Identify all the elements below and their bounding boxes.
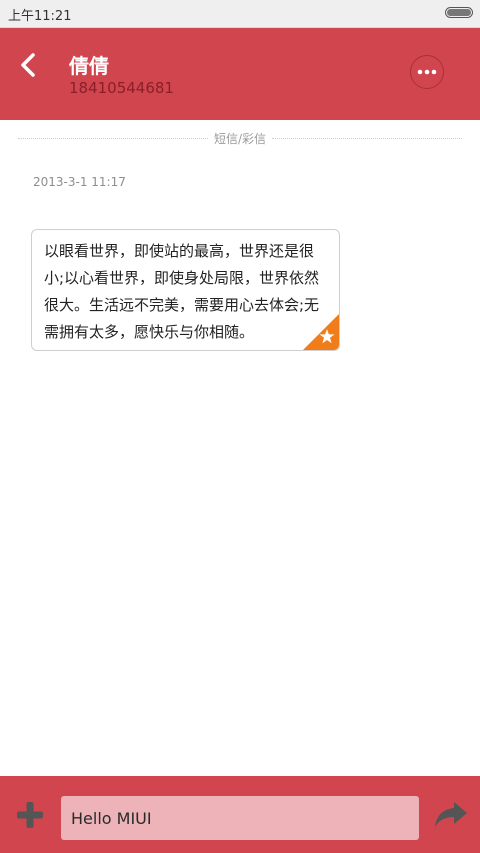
conversation-header: 倩倩 18410544681 <box>0 28 480 120</box>
star-icon[interactable] <box>303 314 339 350</box>
message-input[interactable] <box>61 796 419 840</box>
message-bubble[interactable]: 以眼看世界，即使站的最高，世界还是很小;以心看世界，即使身处局限，世界依然很大。… <box>31 229 340 351</box>
contact-number: 18410544681 <box>69 79 174 97</box>
divider-label: 短信/彩信 <box>207 132 273 146</box>
more-button[interactable] <box>410 55 444 89</box>
status-time: 上午11:21 <box>8 9 72 24</box>
send-arrow-icon[interactable] <box>434 800 468 828</box>
more-dots-icon <box>417 69 437 75</box>
message-text: 以眼看世界，即使站的最高，世界还是很小;以心看世界，即使身处局限，世界依然很大。… <box>44 242 320 341</box>
chevron-left-icon[interactable] <box>17 52 43 78</box>
contact-name: 倩倩 <box>69 54 109 78</box>
battery-icon <box>445 7 473 18</box>
status-bar: 上午11:21 <box>0 0 480 28</box>
message-timestamp: 2013-3-1 11:17 <box>33 175 126 189</box>
battery-level <box>447 9 471 16</box>
message-type-divider: 短信/彩信 <box>18 130 462 146</box>
composer-bar <box>0 776 480 853</box>
plus-icon[interactable] <box>16 801 44 829</box>
